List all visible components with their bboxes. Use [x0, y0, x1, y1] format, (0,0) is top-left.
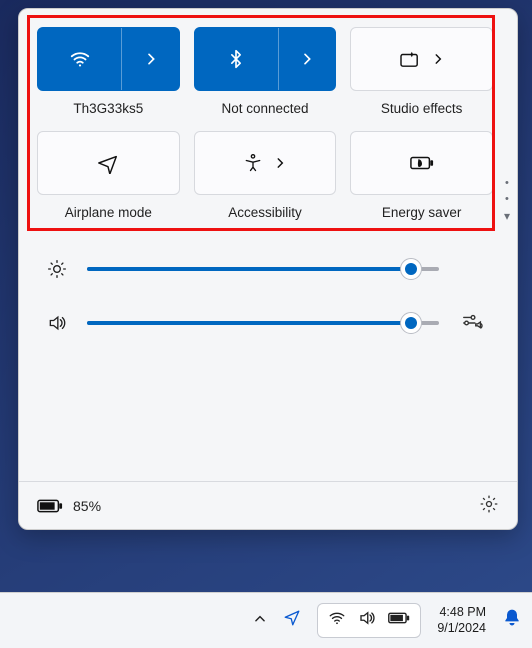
notifications-button[interactable] — [502, 608, 522, 634]
tile-bluetooth-expand[interactable] — [279, 28, 335, 90]
tile-accessibility-label: Accessibility — [228, 205, 302, 227]
chevron-right-icon — [299, 51, 315, 67]
dot-icon: • — [505, 177, 509, 189]
tray-quick-settings-button[interactable] — [317, 603, 421, 638]
page-indicator[interactable]: • • ▾ — [504, 177, 510, 223]
slider-thumb[interactable] — [400, 312, 422, 334]
tile-studio-label: Studio effects — [381, 101, 463, 123]
tiles-grid: Th3G33ks5 Not connected — [37, 27, 499, 227]
tile-bluetooth-toggle[interactable] — [195, 28, 279, 90]
tile-energy[interactable] — [350, 131, 493, 195]
slider-thumb[interactable] — [400, 258, 422, 280]
battery-icon — [37, 498, 63, 514]
tile-airplane-label: Airplane mode — [65, 205, 152, 227]
battery-text: 85% — [73, 498, 101, 514]
settings-button[interactable] — [479, 494, 499, 517]
taskbar: 4:48 PM 9/1/2024 — [0, 592, 532, 648]
brightness-icon — [45, 259, 69, 279]
battery-status[interactable]: 85% — [37, 498, 101, 514]
tile-airplane[interactable] — [37, 131, 180, 195]
tile-wifi[interactable] — [37, 27, 180, 91]
sliders-section — [19, 233, 517, 337]
tile-energy-label: Energy saver — [382, 205, 462, 227]
tile-accessibility-wrap: Accessibility — [194, 131, 337, 227]
tile-studio[interactable] — [350, 27, 493, 91]
triangle-down-icon: ▾ — [504, 209, 510, 223]
tile-studio-wrap: Studio effects — [350, 27, 493, 123]
volume-row — [45, 311, 489, 335]
tile-wifi-toggle[interactable] — [38, 28, 122, 90]
dot-icon: • — [505, 193, 509, 205]
tile-airplane-wrap: Airplane mode — [37, 131, 180, 227]
clock-time: 4:48 PM — [437, 605, 486, 621]
volume-output-button[interactable] — [457, 313, 489, 333]
system-tray: 4:48 PM 9/1/2024 — [253, 603, 522, 638]
brightness-row — [45, 257, 489, 281]
bluetooth-icon — [226, 49, 246, 69]
tile-bluetooth[interactable] — [194, 27, 337, 91]
panel-footer: 85% — [19, 481, 517, 529]
slider-fill — [87, 267, 411, 271]
volume-icon — [358, 609, 376, 632]
tile-wifi-expand[interactable] — [122, 28, 178, 90]
volume-slider[interactable] — [87, 311, 439, 335]
chevron-right-icon — [273, 156, 287, 170]
accessibility-icon — [243, 153, 263, 173]
brightness-slider[interactable] — [87, 257, 439, 281]
tile-wifi-label: Th3G33ks5 — [73, 101, 143, 123]
slider-fill — [87, 321, 411, 325]
tile-bluetooth-label: Not connected — [221, 101, 308, 123]
chevron-right-icon — [143, 51, 159, 67]
volume-icon — [45, 313, 69, 333]
wifi-icon — [328, 609, 346, 632]
studio-effects-icon — [399, 50, 421, 68]
tray-overflow-button[interactable] — [253, 612, 267, 629]
taskbar-clock[interactable]: 4:48 PM 9/1/2024 — [437, 605, 486, 636]
energy-saver-icon — [410, 154, 434, 172]
clock-date: 9/1/2024 — [437, 621, 486, 637]
airplane-icon — [97, 152, 119, 174]
tile-wifi-wrap: Th3G33ks5 — [37, 27, 180, 123]
tile-accessibility[interactable] — [194, 131, 337, 195]
location-icon[interactable] — [283, 609, 301, 632]
gear-icon — [479, 494, 499, 514]
chevron-right-icon — [431, 52, 445, 66]
quick-settings-panel: Th3G33ks5 Not connected — [18, 8, 518, 530]
tiles-zone: Th3G33ks5 Not connected — [19, 9, 517, 233]
wifi-icon — [69, 48, 91, 70]
tile-bluetooth-wrap: Not connected — [194, 27, 337, 123]
battery-icon — [388, 611, 410, 630]
tile-energy-wrap: Energy saver — [350, 131, 493, 227]
